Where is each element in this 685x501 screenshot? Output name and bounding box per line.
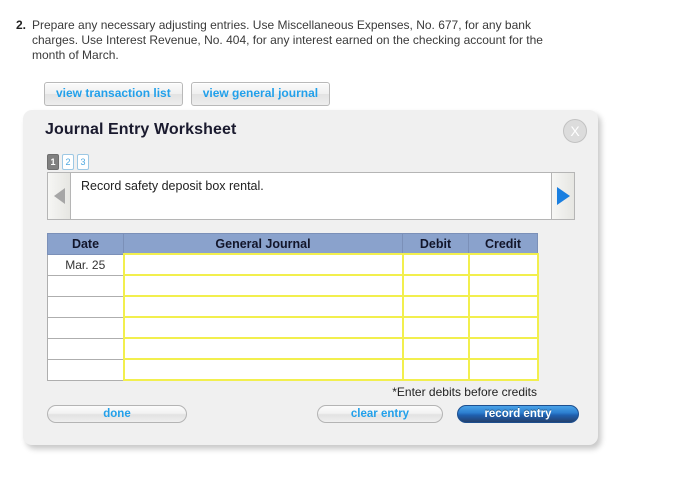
debit-cell[interactable] <box>401 253 470 276</box>
credit-cell[interactable] <box>467 295 539 318</box>
debit-cell[interactable] <box>401 316 470 339</box>
date-cell[interactable] <box>47 358 124 381</box>
general-journal-cell[interactable] <box>122 358 404 381</box>
general-journal-cell[interactable] <box>122 274 404 297</box>
view-transaction-list-button[interactable]: view transaction list <box>44 82 183 106</box>
table-row <box>47 337 539 360</box>
prev-entry-button[interactable] <box>47 172 71 220</box>
debits-before-credits-note: *Enter debits before credits <box>392 385 537 399</box>
question-text: Prepare any necessary adjusting entries.… <box>32 18 543 62</box>
table-row <box>47 274 539 297</box>
table-row: Mar. 25 <box>47 253 539 276</box>
prompt-text: Record safety deposit box rental. <box>71 172 551 220</box>
general-journal-cell[interactable] <box>122 316 404 339</box>
triangle-left-icon <box>53 188 65 204</box>
debit-cell[interactable] <box>401 358 470 381</box>
debit-cell[interactable] <box>401 295 470 318</box>
date-cell[interactable] <box>47 274 124 297</box>
general-journal-cell[interactable] <box>122 337 404 360</box>
credit-cell[interactable] <box>467 358 539 381</box>
table-row <box>47 295 539 318</box>
column-header-debit: Debit <box>402 233 469 255</box>
question-block: 2. Prepare any necessary adjusting entri… <box>8 18 568 63</box>
credit-cell[interactable] <box>467 316 539 339</box>
question-number: 2. <box>15 18 26 32</box>
journal-entry-table: Date General Journal Debit Credit Mar. 2… <box>47 233 539 381</box>
general-journal-cell[interactable] <box>122 295 404 318</box>
general-journal-cell[interactable] <box>122 253 404 276</box>
column-header-general-journal: General Journal <box>123 233 403 255</box>
table-header-row: Date General Journal Debit Credit <box>47 233 538 255</box>
view-general-journal-button[interactable]: view general journal <box>190 82 331 106</box>
prompt-navigator: Record safety deposit box rental. <box>47 172 575 220</box>
next-entry-button[interactable] <box>551 172 575 220</box>
credit-cell[interactable] <box>467 253 539 276</box>
worksheet-pager: 1 2 3 <box>47 154 89 170</box>
journal-entry-worksheet-panel: Journal Entry Worksheet X 1 2 3 Record s… <box>23 110 598 445</box>
pager-tab-3[interactable]: 3 <box>77 154 89 170</box>
close-circle-icon[interactable]: X <box>563 119 587 143</box>
column-header-credit: Credit <box>468 233 538 255</box>
date-cell[interactable] <box>47 316 124 339</box>
credit-cell[interactable] <box>467 337 539 360</box>
triangle-right-icon <box>556 187 570 205</box>
view-button-row: view transaction list view general journ… <box>44 82 331 106</box>
pager-tab-2[interactable]: 2 <box>62 154 74 170</box>
record-entry-button[interactable]: record entry <box>457 405 579 423</box>
pager-tab-1[interactable]: 1 <box>47 154 59 170</box>
date-cell[interactable] <box>47 295 124 318</box>
table-row <box>47 316 539 339</box>
debit-cell[interactable] <box>401 337 470 360</box>
table-row <box>47 358 539 381</box>
date-cell[interactable]: Mar. 25 <box>47 253 124 276</box>
column-header-date: Date <box>47 233 124 255</box>
done-button[interactable]: done <box>47 405 187 423</box>
panel-title: Journal Entry Worksheet <box>45 121 237 138</box>
clear-entry-button[interactable]: clear entry <box>317 405 443 423</box>
debit-cell[interactable] <box>401 274 470 297</box>
credit-cell[interactable] <box>467 274 539 297</box>
date-cell[interactable] <box>47 337 124 360</box>
